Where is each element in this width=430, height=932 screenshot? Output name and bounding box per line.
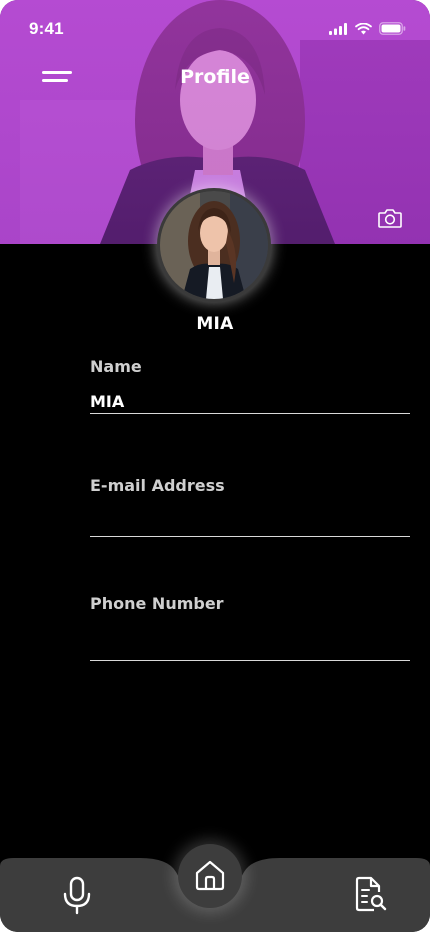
name-label: Name xyxy=(90,357,142,376)
home-icon xyxy=(195,860,225,891)
phone-input[interactable] xyxy=(90,637,410,661)
home-button[interactable] xyxy=(178,844,242,908)
status-icons xyxy=(329,22,406,40)
email-field-group: E-mail Address xyxy=(90,476,410,537)
status-time: 9:41 xyxy=(29,19,64,38)
name-field-group: Name xyxy=(90,357,410,414)
signal-icon xyxy=(329,22,348,40)
microphone-icon[interactable] xyxy=(60,876,94,916)
status-bar: 9:41 xyxy=(0,0,430,58)
email-label: E-mail Address xyxy=(90,476,225,495)
wifi-icon xyxy=(355,22,372,40)
bottom-nav xyxy=(0,844,430,932)
battery-icon xyxy=(379,22,406,40)
avatar-image xyxy=(160,191,268,299)
name-input[interactable] xyxy=(90,390,410,414)
phone-screen: 9:41 Profile MIA Name MIA E-mail Address… xyxy=(0,0,430,932)
avatar[interactable] xyxy=(160,191,268,299)
phone-field-group: Phone Number xyxy=(90,594,410,661)
email-input[interactable] xyxy=(90,513,410,537)
profile-display-name: MIA xyxy=(196,314,234,334)
page-title: Profile xyxy=(180,66,250,88)
phone-label: Phone Number xyxy=(90,594,224,613)
document-search-icon[interactable] xyxy=(354,876,388,914)
camera-icon[interactable] xyxy=(377,206,403,230)
